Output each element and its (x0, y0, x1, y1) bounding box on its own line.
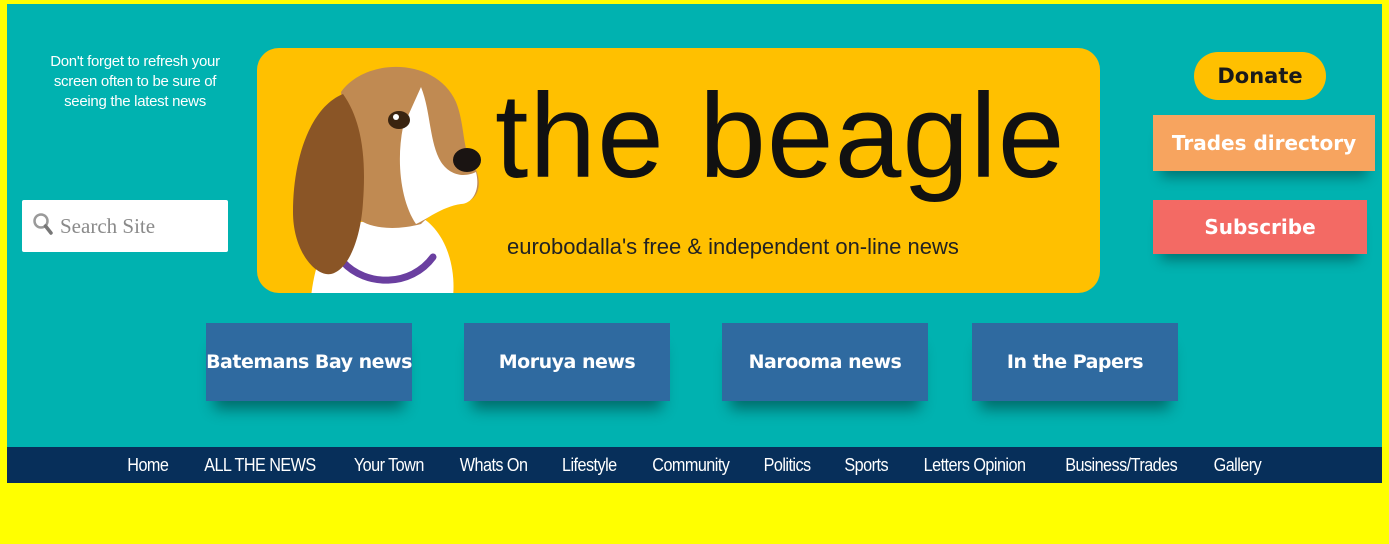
search-box[interactable] (22, 200, 228, 252)
site-banner[interactable]: the beagle eurobodalla's free & independ… (257, 48, 1100, 293)
search-icon (32, 212, 54, 241)
nav-item-sports[interactable]: Sports (844, 455, 888, 476)
site-title: the beagle (495, 69, 1066, 203)
main-nav: Home ALL THE NEWS Your Town Whats On Lif… (7, 447, 1382, 483)
nav-item-all-the-news[interactable]: ALL THE NEWS (205, 455, 317, 476)
narooma-news-button[interactable]: Narooma news (722, 323, 928, 401)
search-input[interactable] (58, 212, 222, 240)
moruya-news-button[interactable]: Moruya news (464, 323, 670, 401)
nav-item-business-trades[interactable]: Business/Trades (1065, 455, 1178, 476)
donate-button[interactable]: Donate (1194, 52, 1326, 100)
subscribe-button[interactable]: Subscribe (1153, 200, 1367, 254)
nav-item-community[interactable]: Community (652, 455, 730, 476)
nav-item-letters-opinion[interactable]: Letters Opinion (924, 455, 1026, 476)
site-tagline: eurobodalla's free & independent on-line… (507, 234, 959, 259)
beagle-dog-icon (271, 52, 481, 293)
nav-item-gallery[interactable]: Gallery (1214, 455, 1262, 476)
refresh-note: Don't forget to refresh your screen ofte… (50, 53, 220, 110)
nav-item-whats-on[interactable]: Whats On (460, 455, 528, 476)
trades-directory-button[interactable]: Trades directory (1153, 115, 1375, 171)
nav-item-lifestyle[interactable]: Lifestyle (562, 455, 617, 476)
nav-item-home[interactable]: Home (127, 455, 169, 476)
nav-item-your-town[interactable]: Your Town (354, 455, 424, 476)
nav-item-politics[interactable]: Politics (764, 455, 812, 476)
batemans-bay-news-button[interactable]: Batemans Bay news (206, 323, 412, 401)
in-the-papers-button[interactable]: In the Papers (972, 323, 1178, 401)
